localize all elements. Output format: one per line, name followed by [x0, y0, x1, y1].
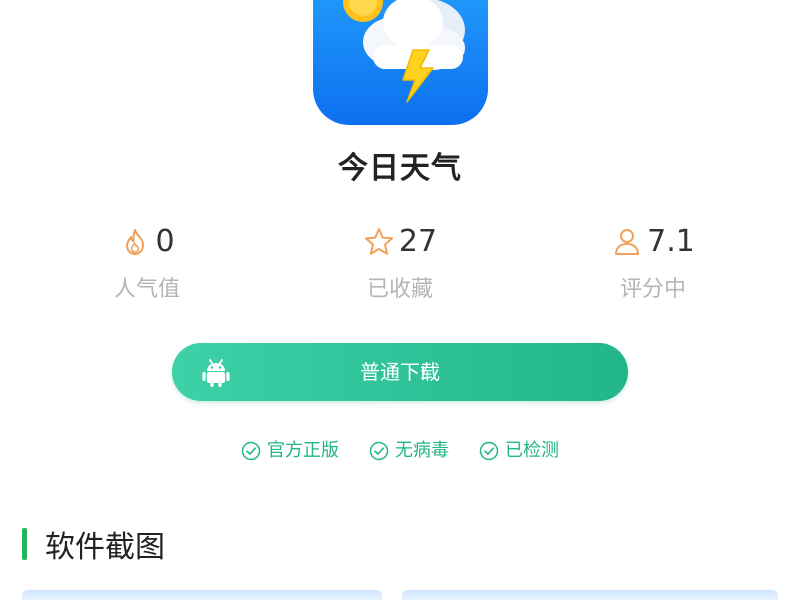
badge-label: 官方正版: [267, 440, 339, 461]
download-button[interactable]: 普通下载: [172, 343, 628, 401]
badge-checked: 已检测: [479, 438, 559, 464]
star-icon: [364, 228, 393, 255]
app-title: 今日天气: [338, 151, 462, 186]
stat-favorites[interactable]: 27 已收藏: [300, 222, 500, 304]
stat-popularity: 0 人气值: [47, 222, 247, 304]
badge-label: 无病毒: [395, 440, 449, 461]
flame-icon: [126, 229, 145, 255]
stat-label: 评分中: [619, 277, 686, 302]
stat-value: 0: [155, 224, 175, 259]
screenshot-strip: [22, 590, 778, 600]
stat-rating: 7.1 评分中: [553, 222, 753, 304]
check-icon: [241, 441, 261, 461]
stat-label: 人气值: [113, 277, 180, 302]
screenshot-thumb[interactable]: [22, 590, 382, 600]
weather-cloud-lightning-icon: [313, 0, 488, 125]
stat-label: 已收藏: [366, 277, 433, 302]
trust-badges: 官方正版 无病毒 已检测: [0, 438, 800, 464]
app-detail-page: 今日天气 0 人气值 27 已收藏 7.1 评分中 普通下载 官方正版 无病毒 …: [0, 0, 800, 600]
badge-no-virus: 无病毒: [369, 438, 449, 464]
button-divider: [422, 366, 424, 380]
section-header-screenshots: 软件截图: [22, 524, 165, 565]
user-icon: [615, 229, 640, 255]
section-accent-bar: [22, 528, 27, 560]
android-icon: [202, 359, 230, 387]
check-icon: [479, 441, 499, 461]
badge-official: 官方正版: [241, 438, 339, 464]
check-icon: [369, 441, 389, 461]
stat-value: 7.1: [647, 224, 695, 259]
stat-value: 27: [398, 224, 438, 259]
badge-label: 已检测: [505, 440, 559, 461]
section-title: 软件截图: [45, 530, 165, 565]
screenshot-thumb[interactable]: [402, 590, 778, 600]
download-label: 普通下载: [360, 360, 440, 384]
